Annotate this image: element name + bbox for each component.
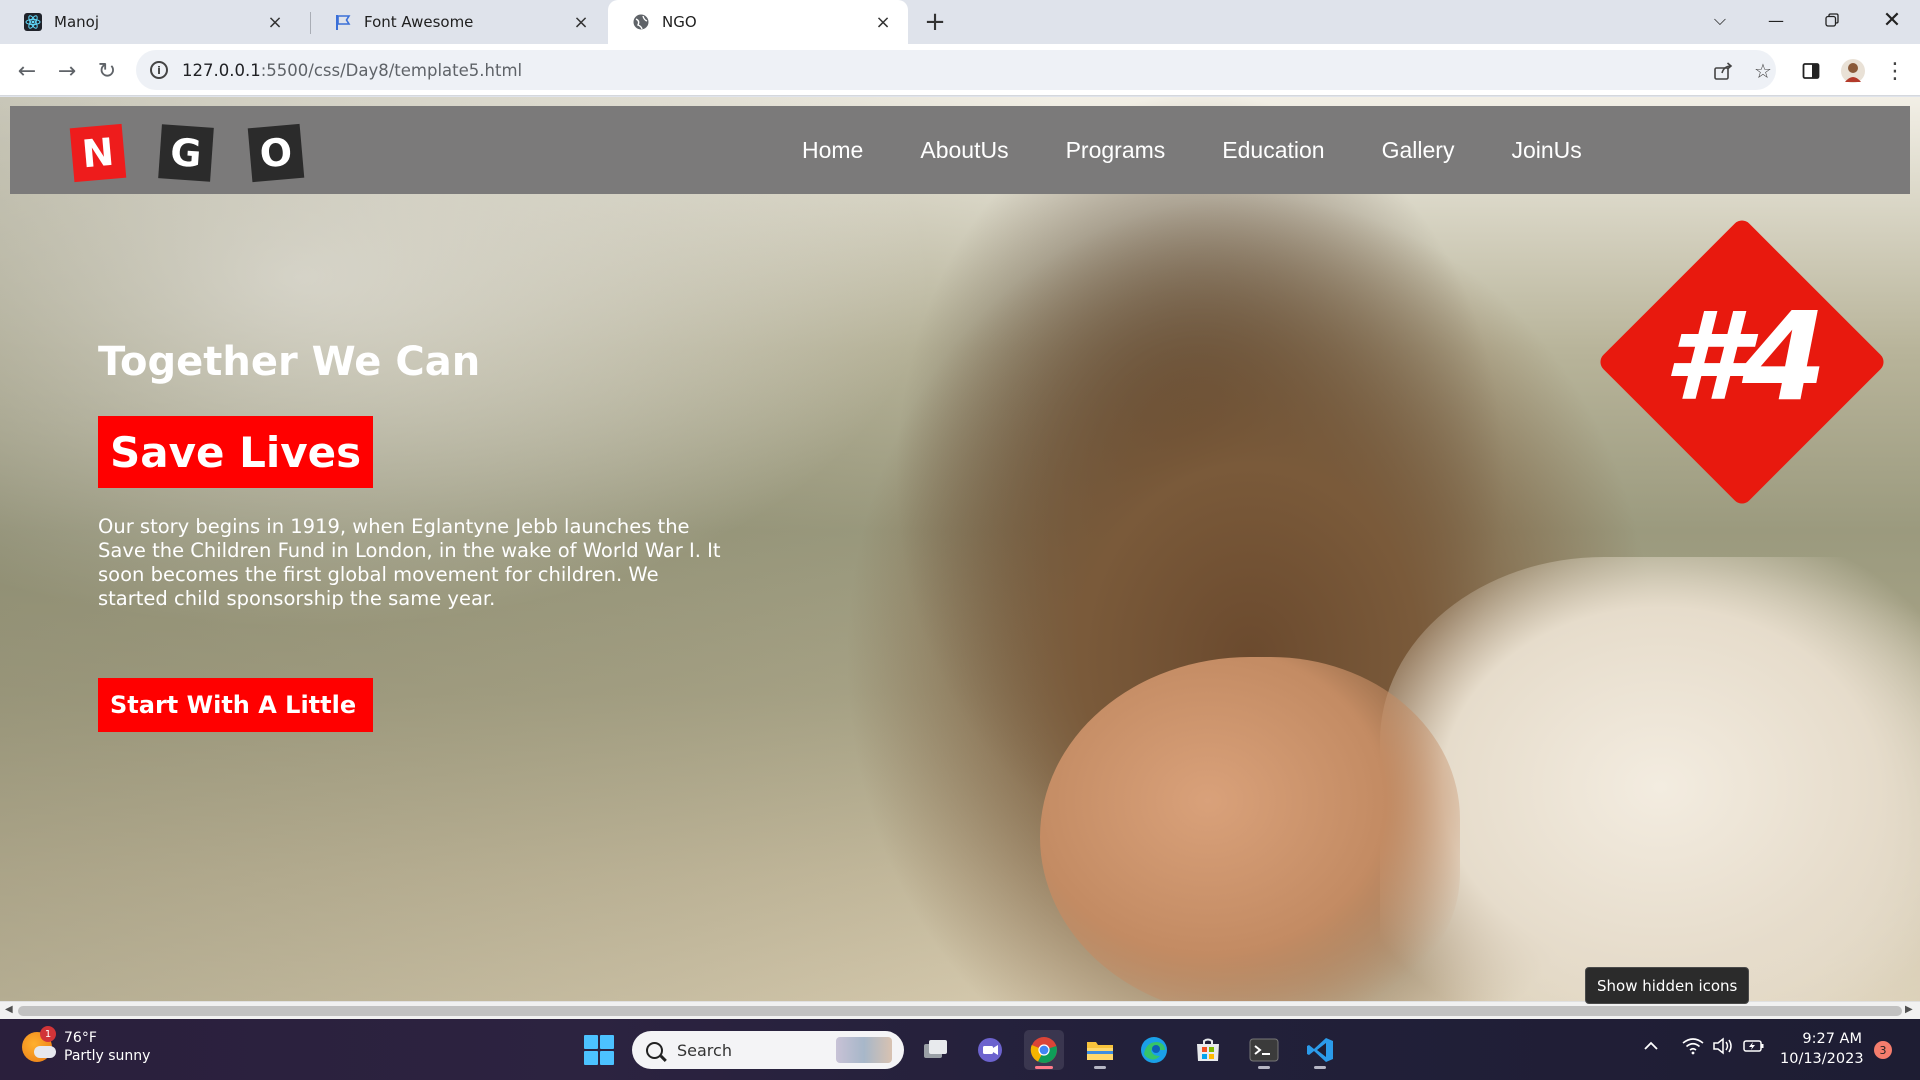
site-info-icon[interactable]: i (150, 61, 168, 79)
logo-letter-o[interactable]: O (247, 123, 305, 183)
microsoft-store-icon[interactable] (1188, 1030, 1228, 1070)
nav-education[interactable]: Education (1222, 137, 1324, 164)
clock-date: 10/13/2023 (1780, 1051, 1864, 1067)
logo-letter-g[interactable]: G (158, 124, 214, 182)
site-navbar: N G O Home AboutUs Programs Education Ga… (10, 106, 1910, 194)
close-tab-icon[interactable]: × (570, 11, 592, 33)
show-hidden-icons-chevron-icon[interactable] (1642, 1037, 1660, 1058)
scrollbar-thumb[interactable] (18, 1006, 1902, 1016)
system-clock[interactable]: 9:27 AM 10/13/2023 (1780, 1029, 1864, 1069)
terminal-icon[interactable] (1244, 1030, 1284, 1070)
weather-badge: 1 (40, 1026, 56, 1042)
reload-button[interactable]: ↻ (90, 54, 124, 88)
back-button[interactable]: ← (10, 54, 44, 88)
tab-title: Font Awesome (364, 13, 474, 31)
chrome-taskbar-icon[interactable] (1024, 1030, 1064, 1070)
volume-icon[interactable] (1712, 1037, 1734, 1060)
globe-icon (632, 13, 650, 31)
share-icon[interactable] (1708, 56, 1738, 86)
new-tab-button[interactable]: + (920, 7, 950, 37)
tab-font-awesome[interactable]: Font Awesome × (310, 0, 606, 44)
nav-menu: Home AboutUs Programs Education Gallery … (802, 106, 1639, 194)
notification-badge[interactable]: 3 (1874, 1041, 1892, 1059)
forward-button[interactable]: → (50, 54, 84, 88)
side-panel-icon[interactable] (1796, 56, 1826, 86)
url-text: 127.0.0.1:5500/css/Day8/template5.html (182, 60, 523, 80)
rank-badge: #4 (1596, 216, 1888, 508)
wifi-icon[interactable] (1682, 1037, 1704, 1060)
logo-letter-n[interactable]: N (69, 123, 127, 183)
close-window-button[interactable]: ✕ (1864, 0, 1920, 40)
weather-temp: 76°F (64, 1030, 97, 1046)
nav-programs[interactable]: Programs (1066, 137, 1166, 164)
browser-tab-strip: Manoj × Font Awesome × NGO × + ⌵ — ✕ (0, 0, 1920, 44)
windows-start-icon[interactable] (584, 1035, 614, 1065)
close-tab-icon[interactable]: × (264, 11, 286, 33)
hero-highlight: Save Lives (98, 416, 373, 488)
restore-button[interactable] (1804, 0, 1860, 40)
nav-gallery[interactable]: Gallery (1382, 137, 1455, 164)
profile-avatar[interactable] (1838, 56, 1868, 86)
battery-charging-icon[interactable] (1742, 1037, 1766, 1060)
close-tab-icon[interactable]: × (872, 11, 894, 33)
edge-icon[interactable] (1134, 1030, 1174, 1070)
search-highlight-image (836, 1037, 892, 1063)
react-icon (24, 13, 42, 31)
flag-icon (334, 13, 352, 31)
start-with-a-little-button[interactable]: Start With A Little (98, 678, 373, 732)
file-explorer-icon[interactable] (1080, 1030, 1120, 1070)
scroll-right-arrow-icon[interactable]: ▶ (1905, 1004, 1913, 1015)
search-placeholder: Search (677, 1040, 732, 1060)
taskbar-search[interactable]: Search (632, 1031, 904, 1069)
tab-title: Manoj (54, 13, 99, 31)
tab-ngo[interactable]: NGO × (608, 0, 908, 44)
vscode-icon[interactable] (1300, 1030, 1340, 1070)
tab-manoj[interactable]: Manoj × (0, 0, 300, 44)
hero-tagline: Together We Can (98, 339, 481, 385)
partly-sunny-icon: 1 (22, 1026, 56, 1062)
nav-aboutus[interactable]: AboutUs (920, 137, 1008, 164)
show-hidden-icons-tooltip: Show hidden icons (1585, 967, 1750, 1004)
page-viewport: N G O Home AboutUs Programs Education Ga… (0, 97, 1920, 1001)
minimize-button[interactable]: — (1748, 0, 1804, 40)
teams-chat-icon[interactable] (970, 1030, 1010, 1070)
address-bar[interactable]: i 127.0.0.1:5500/css/Day8/template5.html (136, 50, 1776, 90)
kebab-menu-icon[interactable]: ⋮ (1880, 56, 1910, 86)
tab-search-chevron-icon[interactable]: ⌵ (1692, 0, 1748, 40)
scroll-left-arrow-icon[interactable]: ◀ (5, 1004, 13, 1015)
bookmark-star-icon[interactable]: ☆ (1748, 56, 1778, 86)
taskbar: 1 76°F Partly sunny Search 9:27 AM 10/13… (0, 1019, 1920, 1080)
clock-time: 9:27 AM (1802, 1031, 1862, 1047)
hero-story-text: Our story begins in 1919, when Eglantyne… (98, 515, 721, 610)
task-view-icon[interactable] (916, 1030, 956, 1070)
search-icon (646, 1041, 663, 1059)
nav-joinus[interactable]: JoinUs (1511, 137, 1581, 164)
weather-desc: Partly sunny (64, 1048, 151, 1064)
badge-text: #4 (1663, 286, 1827, 428)
nav-home[interactable]: Home (802, 137, 863, 164)
tab-title: NGO (662, 13, 697, 31)
browser-toolbar: ← → ↻ i 127.0.0.1:5500/css/Day8/template… (0, 44, 1920, 96)
weather-widget[interactable]: 1 76°F Partly sunny (22, 1026, 151, 1065)
